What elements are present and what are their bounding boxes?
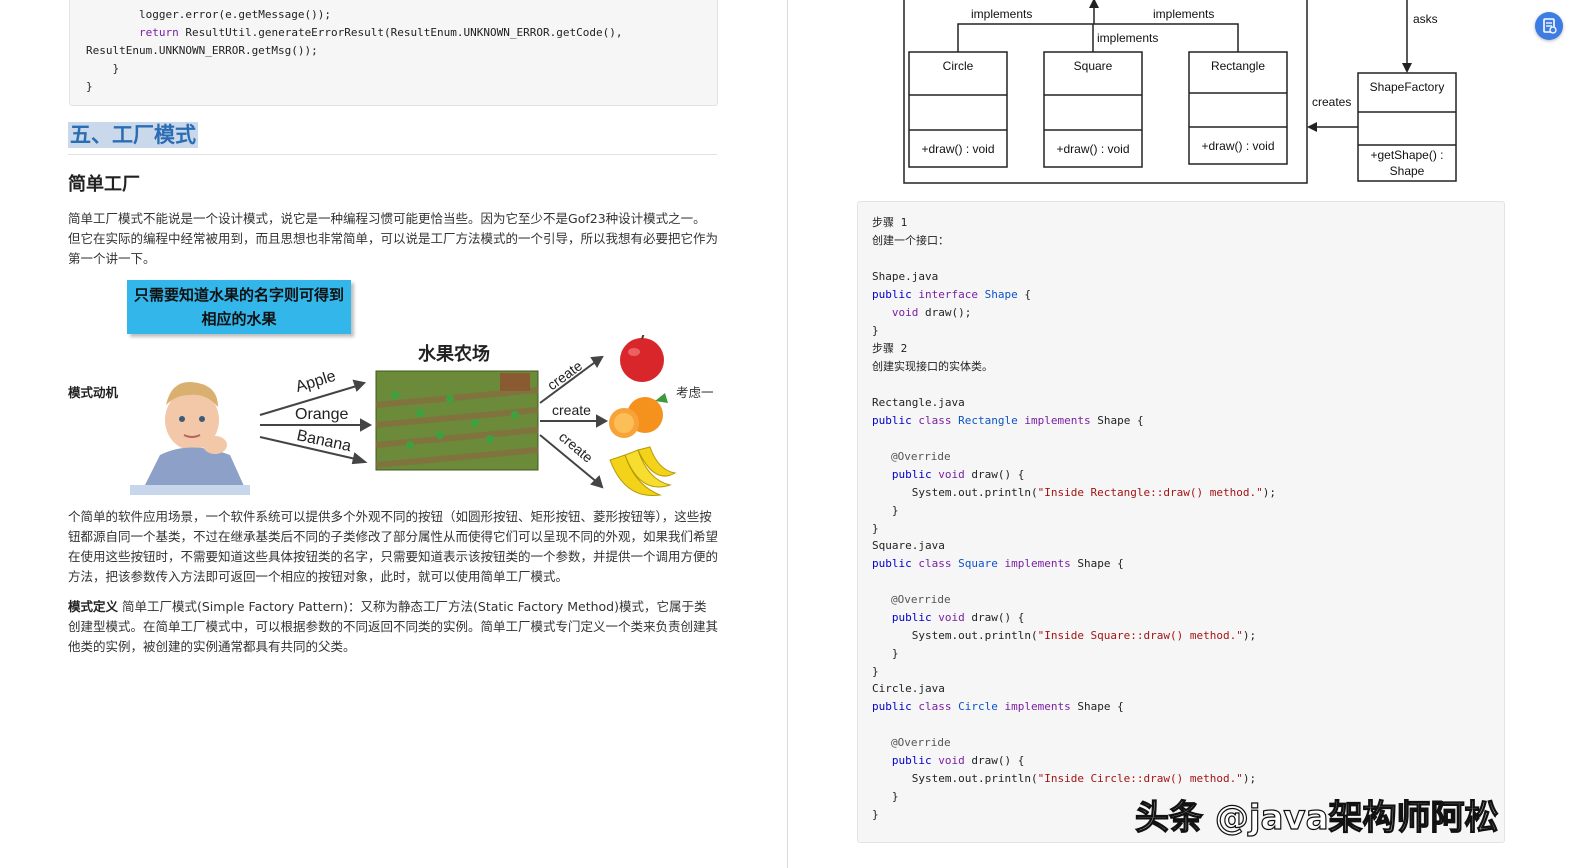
uml-class-circle: Circle +draw() : void (908, 51, 1008, 168)
intro-paragraph: 简单工厂模式不能说是一个设计模式，说它是一种编程习惯可能更恰当些。因为它至少不是… (68, 211, 719, 266)
definition-text: 简单工厂模式(Simple Factory Pattern)：又称为静态工厂方法… (68, 599, 719, 654)
code-line: public class Square implements Shape { (872, 557, 1124, 570)
uml-class-method: +getShape() : (1370, 148, 1443, 162)
motive-label: 模式动机 (68, 385, 119, 400)
farm-illustration (375, 370, 539, 471)
step-2-label: 步骤 2 (872, 342, 908, 355)
uml-class-method-return: Shape (1390, 164, 1425, 178)
uml-class-name: Circle (943, 59, 974, 73)
banana-illustration (609, 446, 677, 497)
implements-label-1: implements (971, 7, 1032, 21)
document-icon (1543, 18, 1557, 34)
definition-label: 模式定义 (68, 599, 119, 614)
right-page: implements implements implements Circle … (788, 0, 1581, 868)
file-name-shape: Shape.java (872, 270, 939, 283)
code-line: System.out.println("Inside Circle::draw(… (872, 772, 1257, 785)
code-line: void draw(); (891, 306, 972, 319)
code-line: public interface Shape { (872, 288, 1031, 301)
code-line: } (86, 80, 93, 93)
code-block-main: 步骤 1 创建一个接口： Shape.java public interface… (857, 201, 1505, 843)
uml-class-name: ShapeFactory (1370, 80, 1445, 94)
uml-diagram: implements implements implements Circle … (903, 0, 1457, 184)
uml-class-name: Rectangle (1211, 59, 1265, 73)
file-name-circle: Circle.java (872, 682, 945, 695)
code-line: ResultEnum.UNKNOWN_ERROR.getMsg()); (86, 44, 318, 57)
step-1-label: 步骤 1 (872, 216, 908, 229)
code-line: } (872, 647, 899, 660)
code-line: } (872, 808, 879, 821)
code-line: System.out.println("Inside Square::draw(… (872, 629, 1257, 642)
output-label-create-3: create (556, 428, 596, 465)
subsection-title: 简单工厂 (68, 174, 140, 195)
implements-label-3: implements (1097, 31, 1158, 45)
uml-class-name: Square (1074, 59, 1113, 73)
step-1-desc: 创建一个接口： (872, 234, 949, 247)
code-line: } (872, 522, 879, 535)
code-line: System.out.println("Inside Rectangle::dr… (872, 486, 1276, 499)
code-line: public class Circle implements Shape { (872, 700, 1124, 713)
factory-figure: Apple Orange Banana create create create (130, 335, 677, 497)
uml-class-rectangle: Rectangle +draw() : void (1188, 51, 1288, 165)
code-line: logger.error(e.getMessage()); (138, 8, 332, 21)
section-title: 五、工厂模式 (68, 122, 198, 148)
override-annotation: @Override (891, 736, 951, 749)
step-2-desc: 创建实现接口的实体类。 (872, 360, 993, 373)
uml-class-square: Square +draw() : void (1043, 51, 1143, 168)
left-page: logger.error(e.getMessage()); return Res… (0, 0, 787, 868)
apple-illustration (620, 335, 664, 382)
child-illustration (130, 381, 250, 495)
implements-label-2: implements (1153, 7, 1214, 21)
override-annotation: @Override (891, 450, 951, 463)
input-label-apple: Apple (294, 368, 338, 396)
uml-class-method: +draw() : void (1201, 139, 1274, 153)
section-rule (68, 154, 717, 155)
code-block-top: logger.error(e.getMessage()); return Res… (69, 0, 718, 106)
watermark: 头条 @java架构师阿松 (1134, 797, 1499, 838)
code-line: } (872, 790, 899, 803)
uml-class-shapefactory: ShapeFactory +getShape() : Shape (1357, 72, 1457, 182)
creates-label: creates (1312, 95, 1351, 109)
input-label-orange: Orange (295, 406, 348, 423)
asks-label: asks (1413, 12, 1438, 26)
floating-action-button[interactable] (1535, 12, 1563, 40)
code-line: } (86, 62, 120, 75)
consider-text: 考虑一 (676, 385, 714, 400)
motive-paragraph: 个简单的软件应用场景，一个软件系统可以提供多个外观不同的按钮（如圆形按钮、矩形按… (68, 509, 719, 584)
file-name-rectangle: Rectangle.java (872, 396, 965, 409)
code-line: } (872, 504, 899, 517)
figure-callout: 只需要知道水果的名字则可得到相应的水果 (127, 280, 351, 334)
code-line: } (872, 665, 879, 678)
output-label-create-2: create (552, 402, 591, 418)
asks-arrowhead (1402, 63, 1412, 73)
implements-arrowhead (1089, 0, 1099, 8)
code-line: return ResultUtil.generateErrorResult(Re… (138, 26, 623, 39)
uml-class-method: +draw() : void (921, 142, 994, 156)
creates-arrowhead (1307, 122, 1317, 132)
code-line: public void draw() { (891, 468, 1025, 481)
orange-illustration (609, 393, 668, 438)
code-line: public void draw() { (891, 611, 1025, 624)
code-line: } (872, 324, 879, 337)
definition-paragraph: 模式定义 简单工厂模式(Simple Factory Pattern)：又称为静… (68, 597, 718, 657)
code-line: public void draw() { (891, 754, 1025, 767)
override-annotation: @Override (891, 593, 951, 606)
uml-class-method: +draw() : void (1056, 142, 1129, 156)
code-line: public class Rectangle implements Shape … (872, 414, 1144, 427)
file-name-square: Square.java (872, 539, 945, 552)
